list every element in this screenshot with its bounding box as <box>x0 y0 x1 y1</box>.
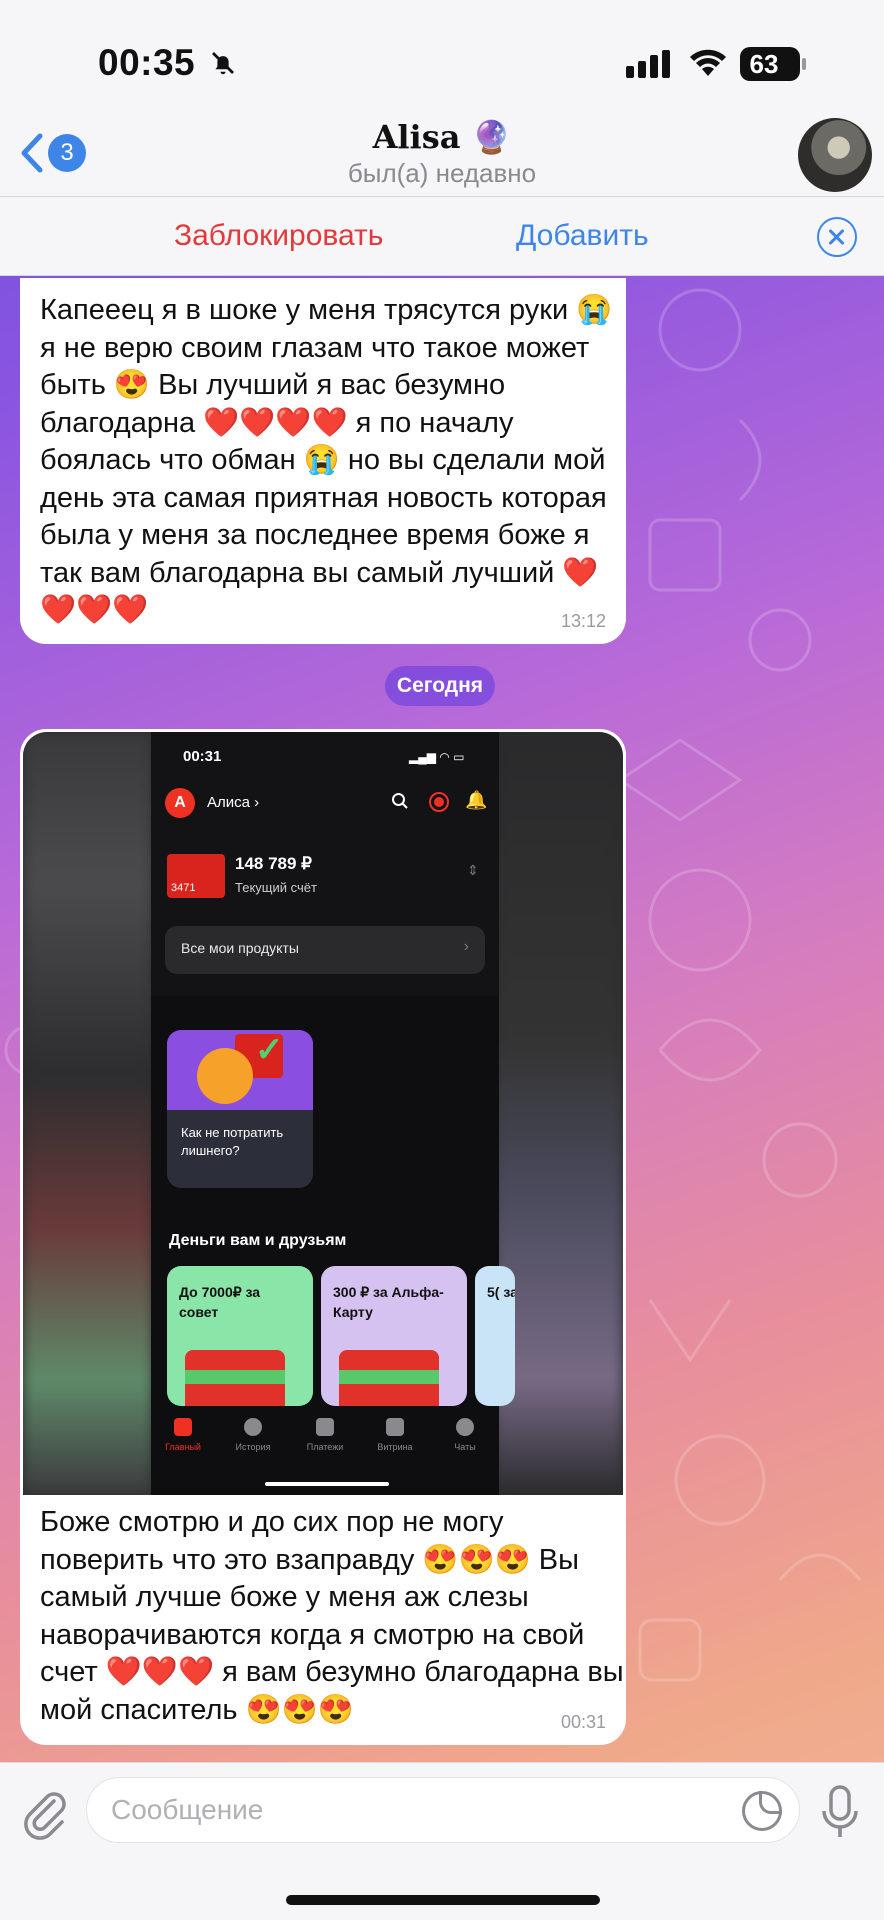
chat-title[interactable]: Alisa 🔮 <box>0 118 884 156</box>
message-composer: Сообщение <box>0 1762 884 1920</box>
screenshot-status-icons: ▂▄▆ ◠ ▭ <box>409 750 465 764</box>
account-balance: 148 789 ₽ <box>235 854 312 873</box>
account-label: Текущий счёт <box>235 880 317 895</box>
status-time: 00:35 <box>98 42 196 83</box>
message-input-placeholder: Сообщение <box>111 1794 264 1825</box>
screenshot-home-indicator <box>265 1482 389 1486</box>
bell-muted-icon <box>212 52 234 75</box>
sticker-icon[interactable] <box>742 1791 782 1831</box>
block-button[interactable]: Заблокировать <box>174 219 383 253</box>
photo-blur-left <box>23 732 153 1495</box>
offer-card: 5( за <box>475 1266 515 1406</box>
message-bubble[interactable]: Капееец я в шоке у меня трясутся руки 😭 … <box>20 278 626 644</box>
attached-screenshot-photo[interactable]: 00:31 ▂▄▆ ◠ ▭ А Алиса › 🔔 3471 148 789 ₽… <box>23 732 623 1495</box>
date-separator: Сегодня <box>385 666 495 706</box>
offer-card: 300 ₽ за Альфа-Карту <box>321 1266 467 1406</box>
add-contact-button[interactable]: Добавить <box>516 219 649 253</box>
notification-icon: 🔔 <box>465 790 488 810</box>
status-bar: 00:35 63 <box>0 0 884 130</box>
bank-logo-icon: А <box>165 788 195 818</box>
all-products-row: Все мои продукты › <box>165 926 485 974</box>
last-seen-status: был(а) недавно <box>347 158 537 188</box>
tab-showcase: Витрина <box>365 1418 425 1452</box>
message-text: Боже смотрю и до сих пор не могу поверит… <box>40 1506 624 1726</box>
offer-card: До 7000₽ за совет <box>167 1266 313 1406</box>
battery-level: 63 <box>749 49 779 79</box>
screenshot-user-name: Алиса › <box>207 794 260 811</box>
bank-card-icon: 3471 <box>167 854 225 898</box>
tab-history: История <box>223 1418 283 1452</box>
attach-icon[interactable] <box>18 1785 74 1841</box>
search-icon <box>392 793 408 809</box>
chat-header: 00:35 63 3 Alisa 🔮 был(а) недавно Заблок… <box>0 0 884 276</box>
story-text: Как не потратить лишнего? <box>181 1125 284 1158</box>
message-time: 00:31 <box>560 1712 606 1732</box>
record-icon <box>429 792 449 812</box>
tab-home: Главный <box>153 1418 213 1452</box>
message-text: Капееец я в шоке у меня трясутся руки 😭 … <box>40 294 613 626</box>
home-indicator <box>286 1895 600 1905</box>
tab-chats: Чаты <box>435 1418 495 1452</box>
tab-payments: Платежи <box>295 1418 355 1452</box>
photo-message-bubble[interactable]: 00:31 ▂▄▆ ◠ ▭ А Алиса › 🔔 3471 148 789 ₽… <box>20 729 626 1745</box>
wifi-icon <box>690 49 726 76</box>
message-time: 13:12 <box>560 611 606 631</box>
message-input[interactable]: Сообщение <box>86 1777 800 1843</box>
contact-action-bar: Заблокировать Добавить <box>0 196 884 276</box>
screenshot-time: 00:31 <box>183 748 222 765</box>
cellular-signal-icon <box>626 50 670 78</box>
screenshot-tab-bar: Главный История Платежи Витрина Чаты <box>151 1412 499 1472</box>
bank-app-screenshot: 00:31 ▂▄▆ ◠ ▭ А Алиса › 🔔 3471 148 789 ₽… <box>151 732 515 1495</box>
contact-avatar[interactable] <box>798 118 872 192</box>
checkmark-icon: ✓ <box>255 1031 284 1069</box>
close-action-bar-icon[interactable] <box>817 217 857 257</box>
microphone-icon[interactable] <box>818 1783 862 1843</box>
sort-arrows-icon: ⇕ <box>467 862 479 878</box>
emoji-illustration <box>197 1048 253 1104</box>
battery-icon: 63 <box>740 47 806 81</box>
story-card: ✓ Как не потратить лишнего? <box>167 1030 313 1188</box>
section-title: Деньги вам и друзьям <box>169 1232 347 1249</box>
